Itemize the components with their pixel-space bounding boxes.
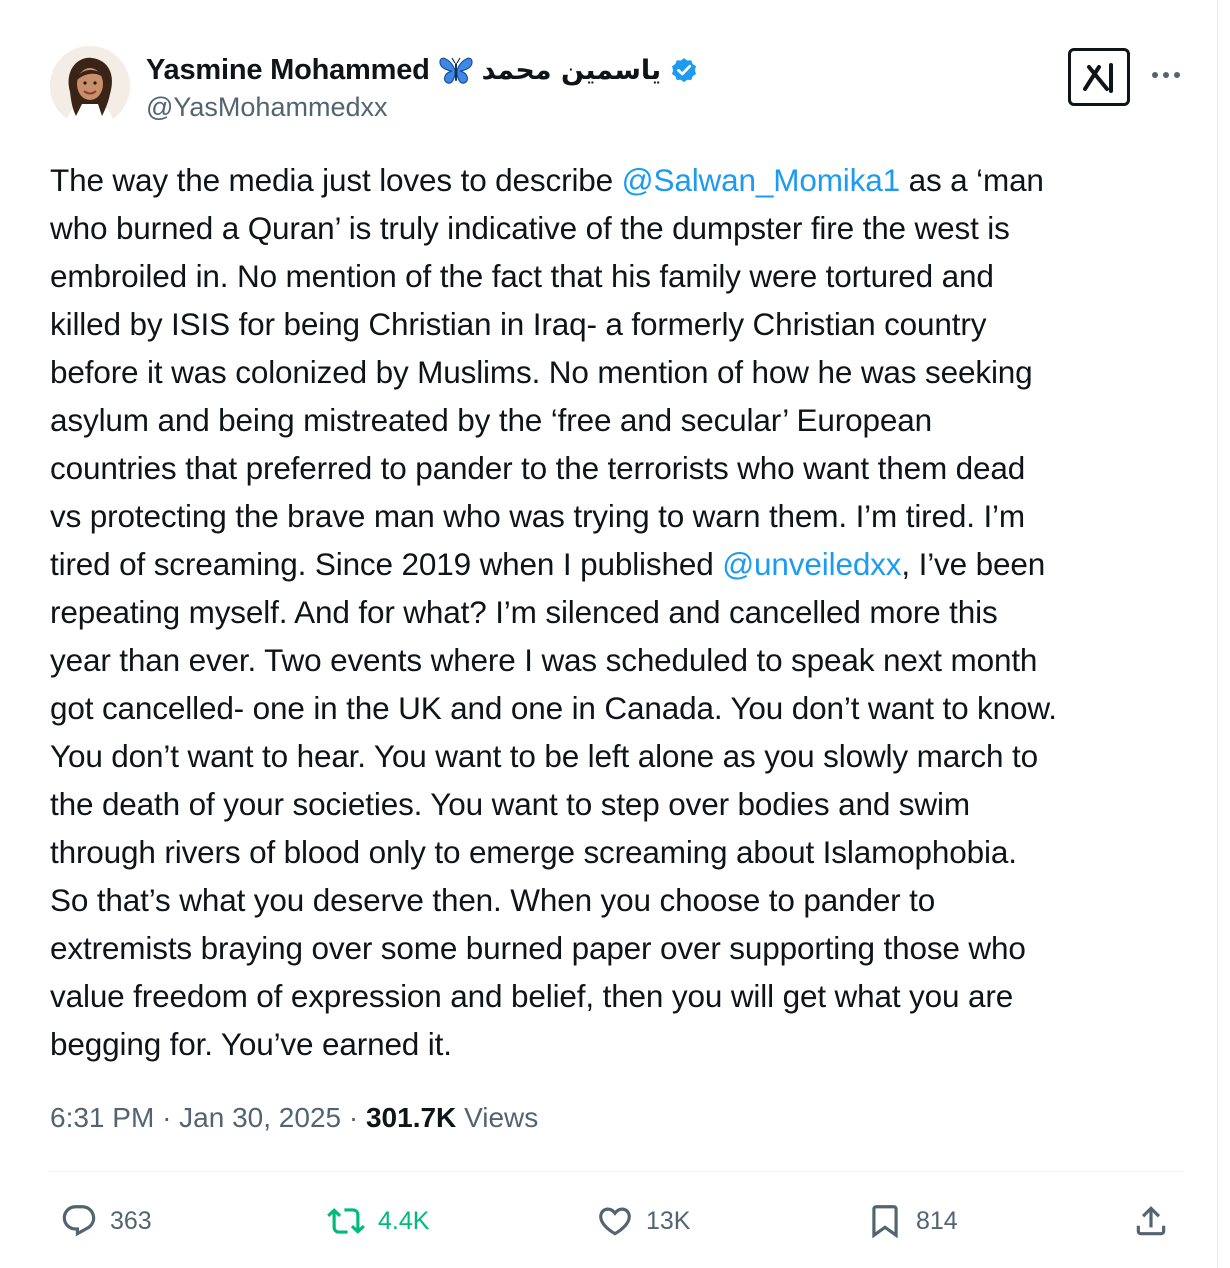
author-names: Yasmine Mohammed ياسمين محمد @YasMohamme… (146, 52, 699, 124)
tweet-text-line: year than ever. Two events where I was s… (50, 636, 1190, 684)
avatar-image (50, 46, 130, 126)
tweet-text-segment: You don’t want to hear. You want to be l… (50, 738, 1038, 774)
tweet-text-segment: embroiled in. No mention of the fact tha… (50, 258, 994, 294)
tweet-text-line: extremists braying over some burned pape… (50, 924, 1190, 972)
tweet-text-line: embroiled in. No mention of the fact tha… (50, 252, 1190, 300)
divider (50, 1171, 1182, 1172)
share-icon (1136, 1206, 1166, 1236)
tweet-text-line: asylum and being mistreated by the ‘free… (50, 396, 1190, 444)
tweet-text-segment: begging for. You’ve earned it. (50, 1026, 452, 1062)
tweet-text-line: You don’t want to hear. You want to be l… (50, 732, 1190, 780)
tweet-text-line: vs protecting the brave man who was tryi… (50, 492, 1190, 540)
reply-icon (62, 1205, 96, 1237)
arabic-name: ياسمين محمد (481, 54, 662, 86)
tweet-text-line: the death of your societies. You want to… (50, 780, 1190, 828)
avatar[interactable] (50, 46, 130, 126)
card-border (1217, 0, 1218, 1268)
mention-link[interactable]: @unveiledxx (722, 546, 901, 582)
tweet-text-line: before it was colonized by Muslims. No m… (50, 348, 1190, 396)
tweet-meta: 6:31 PM · Jan 30, 2025 · 301.7K Views (50, 1098, 538, 1138)
meta-separator: · (162, 1102, 172, 1133)
meta-separator: · (348, 1102, 359, 1133)
tweet-text-segment: countries that preferred to pander to th… (50, 450, 1026, 486)
tweet-text-line: The way the media just loves to describe… (50, 156, 1190, 204)
mention-link[interactable]: @Salwan_Momika1 (622, 162, 900, 198)
bookmark-count: 814 (916, 1206, 958, 1235)
grok-button[interactable] (1068, 48, 1130, 106)
display-name[interactable]: Yasmine Mohammed (146, 54, 430, 87)
action-bar: 363 4.4K 13K 814 (50, 1196, 1182, 1246)
grok-icon (1083, 63, 1113, 93)
tweet-text-line: through rivers of blood only to emerge s… (50, 828, 1190, 876)
tweet-card: Yasmine Mohammed ياسمين محمد @YasMohamme… (0, 0, 1230, 1268)
tweet-text-line: got cancelled- one in the UK and one in … (50, 684, 1190, 732)
share-button[interactable] (1132, 1196, 1170, 1246)
tweet-text-segment: tired of screaming. Since 2019 when I pu… (50, 546, 723, 582)
verified-badge-icon[interactable] (669, 55, 699, 85)
tweet-text-segment: vs protecting the brave man who was tryi… (50, 498, 1025, 534)
tweet-text-segment: who burned a Quran’ is truly indicative … (50, 210, 1010, 246)
tweet-text-segment: as a ‘man (899, 162, 1044, 198)
heart-icon (599, 1207, 631, 1236)
tweet-text-line: who burned a Quran’ is truly indicative … (50, 204, 1190, 252)
tweet-text-segment: The way the media just loves to describe (50, 162, 622, 198)
tweet-text-segment: extremists braying over some burned pape… (50, 930, 1026, 966)
tweet-text-line: tired of screaming. Since 2019 when I pu… (50, 540, 1190, 588)
repost-count: 4.4K (378, 1206, 430, 1235)
more-dots-icon (1152, 72, 1180, 78)
bookmark-button[interactable]: 814 (866, 1196, 958, 1246)
views-label: Views (464, 1102, 539, 1133)
name-row: Yasmine Mohammed ياسمين محمد (146, 52, 699, 88)
tweet-text-line: repeating myself. And for what? I’m sile… (50, 588, 1190, 636)
tweet-time[interactable]: 6:31 PM (50, 1102, 154, 1133)
tweet-text-line: begging for. You’ve earned it. (50, 1020, 1190, 1068)
tweet-text-segment: asylum and being mistreated by the ‘free… (50, 402, 932, 438)
more-button[interactable] (1148, 60, 1184, 90)
reply-button[interactable]: 363 (60, 1196, 152, 1246)
tweet-text-segment: got cancelled- one in the UK and one in … (50, 690, 1057, 726)
tweet-text-segment: before it was colonized by Muslims. No m… (50, 354, 1033, 390)
like-count: 13K (646, 1206, 691, 1235)
butterfly-icon (438, 55, 474, 85)
tweet-text-line: So that’s what you deserve then. When yo… (50, 876, 1190, 924)
tweet-text-segment: the death of your societies. You want to… (50, 786, 970, 822)
repost-icon (327, 1208, 365, 1234)
tweet-text-segment: killed by ISIS for being Christian in Ir… (50, 306, 987, 342)
tweet-header: Yasmine Mohammed ياسمين محمد @YasMohamme… (50, 46, 1190, 130)
tweet-text-segment: So that’s what you deserve then. When yo… (50, 882, 936, 918)
repost-button[interactable]: 4.4K (326, 1196, 429, 1246)
tweet-text-line: countries that preferred to pander to th… (50, 444, 1190, 492)
tweet-text: The way the media just loves to describe… (50, 156, 1190, 1068)
tweet-text-segment: year than ever. Two events where I was s… (50, 642, 1038, 678)
tweet-text-line: value freedom of expression and belief, … (50, 972, 1190, 1020)
tweet-text-segment: value freedom of expression and belief, … (50, 978, 1014, 1014)
bookmark-icon (872, 1205, 898, 1239)
tweet-text-segment: , I’ve been (901, 546, 1046, 582)
tweet-text-segment: through rivers of blood only to emerge s… (50, 834, 1017, 870)
tweet-date[interactable]: Jan 30, 2025 (179, 1102, 341, 1133)
like-button[interactable]: 13K (596, 1196, 690, 1246)
author-handle[interactable]: @YasMohammedxx (146, 90, 699, 124)
views-count: 301.7K (365, 1102, 457, 1133)
tweet-text-segment: repeating myself. And for what? I’m sile… (50, 594, 998, 630)
reply-count: 363 (110, 1206, 152, 1235)
tweet-text-line: killed by ISIS for being Christian in Ir… (50, 300, 1190, 348)
